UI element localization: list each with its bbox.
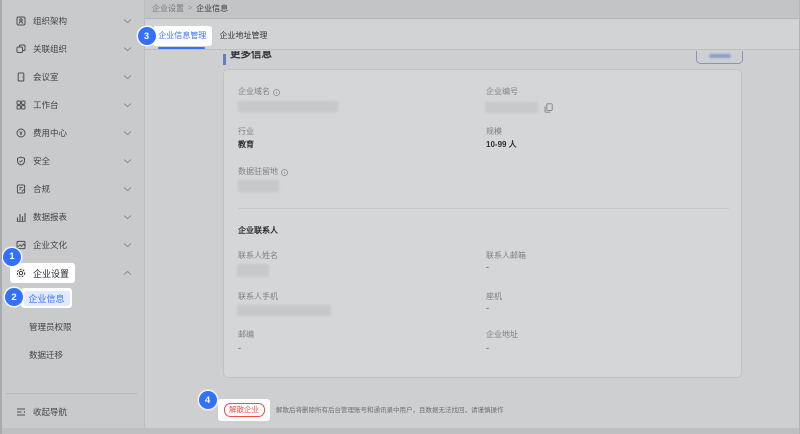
field-label-domain: 企业域名 [238, 87, 280, 97]
linked-org-icon [16, 44, 26, 54]
window-left-edge [0, 0, 2, 434]
workspace-icon [16, 100, 26, 110]
breadcrumb-current: 企业信息 [196, 3, 228, 14]
info-icon[interactable] [273, 89, 280, 96]
field-value-enterprise-address: - [486, 343, 489, 353]
data-report-icon [16, 212, 26, 222]
culture-icon [16, 240, 26, 250]
main-content: 更多信息 企业域名 企业编号 行业 教育 规模 10-99 人 数据驻留地 企业… [145, 51, 800, 429]
enterprise-info-card: 企业域名 企业编号 行业 教育 规模 10-99 人 数据驻留地 企业联系人 联… [223, 69, 742, 378]
redacted-value-contact-name [237, 264, 269, 277]
sidebar-item-label: 企业设置 [33, 267, 69, 280]
sidebar-item-label: 企业文化 [33, 239, 67, 251]
field-value-postcode: - [238, 343, 241, 353]
field-label-enterprise-id: 企业编号 [486, 87, 518, 97]
sidebar-item-security[interactable]: 安全 [0, 147, 145, 175]
tab-enterprise-address-management[interactable]: 企业地址管理 [220, 26, 268, 46]
org-structure-icon [16, 16, 26, 26]
breadcrumb-separator-icon: > [188, 5, 192, 12]
field-label-enterprise-address: 企业地址 [486, 330, 518, 340]
field-label-contact-name: 联系人姓名 [238, 251, 278, 261]
field-value-scale: 10-99 人 [486, 140, 517, 150]
sidebar-item-label: 安全 [33, 155, 50, 167]
chevron-up-icon [123, 270, 132, 276]
sidebar-item-compliance[interactable]: 合规 [0, 175, 145, 203]
sidebar-item-data-migration[interactable]: 数据迁移 [0, 341, 145, 369]
sidebar: 组织架构 关联组织 会议室 工作台 费用中心 安全 合规 数据报表 [0, 0, 145, 434]
active-tab-underline [158, 47, 205, 50]
sidebar-item-admin-permissions[interactable]: 管理员权限 [0, 313, 145, 341]
step-badge-1: 1 [3, 248, 21, 266]
sidebar-item-linked-org[interactable]: 关联组织 [0, 35, 145, 63]
chevron-down-icon [123, 214, 132, 220]
sidebar-item-expense-center[interactable]: 费用中心 [0, 119, 145, 147]
collapse-nav-button[interactable]: 收起导航 [0, 398, 145, 426]
chevron-down-icon [123, 18, 132, 24]
step-badge-4: 4 [199, 391, 217, 409]
field-value-contact-email: - [486, 262, 489, 272]
chevron-down-icon [123, 158, 132, 164]
collapse-nav-icon [16, 407, 26, 417]
field-label-industry: 行业 [238, 127, 254, 137]
sidebar-item-label: 费用中心 [33, 127, 67, 139]
section-title-accent-bar [223, 54, 226, 65]
field-value-industry: 教育 [238, 140, 254, 150]
breadcrumb: 企业设置 > 企业信息 [145, 0, 800, 19]
info-icon[interactable] [281, 169, 288, 176]
compliance-doc-icon [16, 184, 26, 194]
field-label-contact-mobile: 联系人手机 [238, 292, 278, 302]
window-bottom-strip [0, 428, 800, 434]
sidebar-item-org-structure[interactable]: 组织架构 [0, 7, 145, 35]
sidebar-item-label: 会议室 [33, 71, 59, 83]
redacted-button-text [709, 54, 731, 59]
step-highlight-box: 解散企业 [218, 399, 270, 422]
redacted-value-enterprise-id [485, 102, 538, 113]
sidebar-item-meeting-room[interactable]: 会议室 [0, 63, 145, 91]
sidebar-item-label: 关联组织 [33, 43, 67, 55]
redacted-value-data-residency [238, 180, 279, 192]
chevron-down-icon [123, 186, 132, 192]
field-label-data-residency: 数据驻留地 [238, 167, 288, 177]
sidebar-item-culture[interactable]: 企业文化 [0, 231, 145, 259]
expense-center-icon [16, 128, 26, 138]
sidebar-item-label: 合规 [33, 183, 50, 195]
sidebar-item-label: 工作台 [33, 99, 59, 111]
tab-bar: 企业信息管理 企业地址管理 [145, 20, 800, 50]
tab-enterprise-info-management[interactable]: 企业信息管理 [153, 26, 213, 46]
sidebar-item-label: 数据报表 [33, 211, 67, 223]
selected-nav-pill[interactable]: 企业信息 [24, 291, 70, 306]
edit-info-button[interactable] [696, 51, 743, 65]
chevron-down-icon [123, 242, 132, 248]
security-shield-icon [16, 156, 26, 166]
field-value-landline: - [486, 303, 489, 313]
field-label-postcode: 邮编 [238, 330, 254, 340]
meeting-room-icon [16, 72, 26, 82]
sidebar-item-label: 组织架构 [33, 15, 67, 27]
enterprise-admin-page: { "steps": { "one": "1", "two": "2", "th… [0, 0, 800, 434]
contact-section-title: 企业联系人 [238, 225, 278, 236]
card-divider [238, 208, 729, 209]
chevron-down-icon [123, 74, 132, 80]
chevron-down-icon [123, 46, 132, 52]
chevron-down-icon [123, 102, 132, 108]
chevron-down-icon [123, 130, 132, 136]
sidebar-item-workspace[interactable]: 工作台 [0, 91, 145, 119]
sidebar-item-enterprise-settings[interactable]: 企业设置 [0, 259, 145, 287]
dissolve-enterprise-button[interactable]: 解散企业 [224, 403, 265, 417]
dissolve-hint-text: 解散后将删除所有后台管理账号和通讯录中用户，且数据无法找回，请谨慎操作 [276, 406, 504, 416]
sidebar-divider [6, 393, 137, 394]
field-label-landline: 座机 [486, 292, 502, 302]
step-badge-3: 3 [138, 27, 156, 45]
field-label-contact-email: 联系人邮箱 [486, 251, 526, 261]
step-highlight-box: 企业信息 [21, 288, 72, 308]
section-title: 更多信息 [230, 51, 272, 63]
gear-icon [16, 268, 26, 278]
sidebar-item-data-report[interactable]: 数据报表 [0, 203, 145, 231]
breadcrumb-parent[interactable]: 企业设置 [152, 3, 184, 14]
field-label-scale: 规模 [486, 127, 502, 137]
redacted-value-domain [238, 101, 338, 112]
redacted-value-contact-mobile [237, 305, 331, 316]
step-badge-2: 2 [5, 288, 23, 306]
copy-icon[interactable] [544, 103, 553, 113]
